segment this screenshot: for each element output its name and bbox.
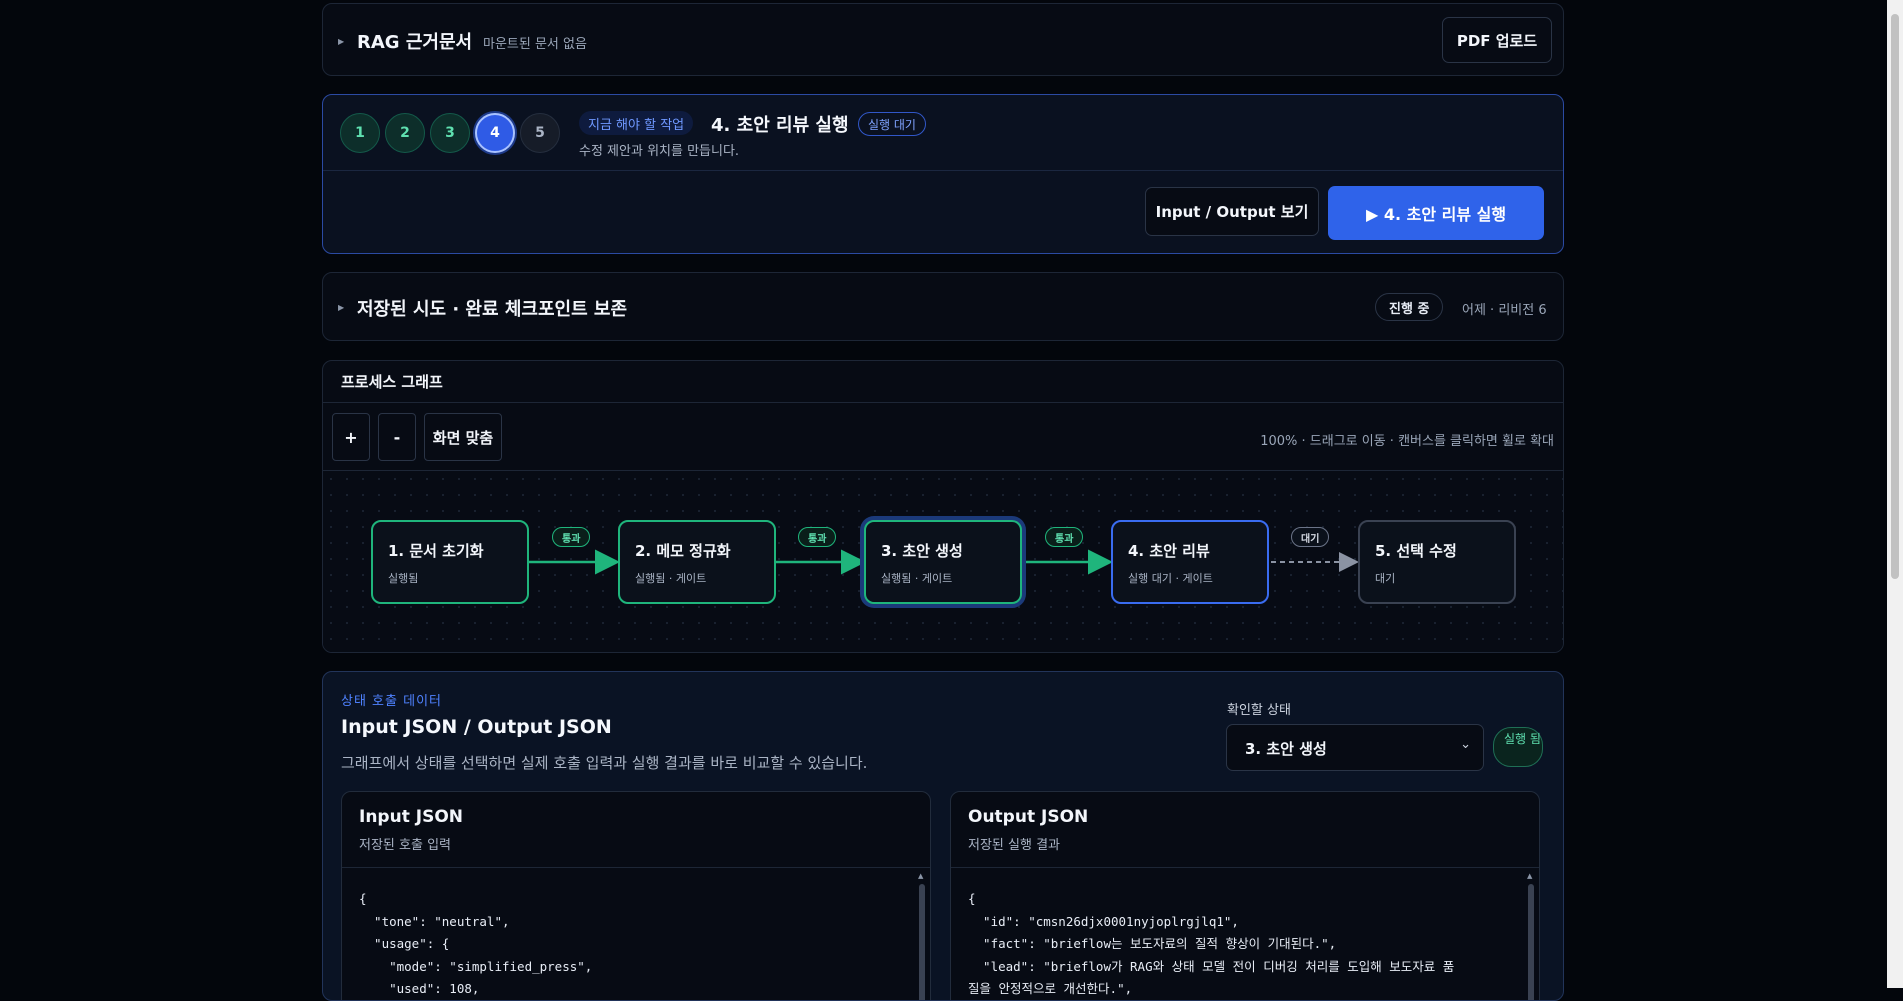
state-select-value: 3. 초안 생성 — [1245, 740, 1327, 758]
scroll-up-icon[interactable]: ▲ — [918, 872, 923, 880]
node-status: 실행됨 · 게이트 — [635, 572, 707, 585]
now-task-chip: 지금 해야 할 작업 — [579, 111, 694, 135]
output-json-subtitle: 저장된 실행 결과 — [968, 838, 1060, 853]
input-json-subtitle: 저장된 호출 입력 — [359, 838, 451, 853]
zoom-out-button[interactable]: - — [378, 413, 416, 461]
state-status-badge: 실행 됨 — [1493, 727, 1543, 767]
rag-panel[interactable]: ▶ RAG 근거문서 마운트된 문서 없음 PDF 업로드 — [322, 3, 1564, 76]
output-json-scrollbar[interactable]: ▲ — [1527, 872, 1535, 1000]
graph-node-5[interactable]: 5. 선택 수정 대기 — [1358, 520, 1516, 604]
saved-title: 저장된 시도 · 완료 체크포인트 보존 — [357, 299, 628, 320]
saved-meta: 어제 · 리비전 6 — [1462, 303, 1547, 318]
node-title: 1. 문서 초기화 — [388, 542, 484, 560]
node-title: 5. 선택 수정 — [1375, 542, 1457, 560]
page-scroll-thumb[interactable] — [1891, 14, 1899, 579]
fit-to-screen-button[interactable]: 화면 맞춤 — [424, 413, 502, 461]
edge-label-pass: 통과 — [798, 527, 837, 547]
input-json-scrollbar[interactable]: ▲ — [918, 872, 926, 1000]
pdf-upload-button[interactable]: PDF 업로드 — [1442, 17, 1552, 63]
step-header: 1 2 3 4 5 지금 해야 할 작업 4. 초안 리뷰 실행 실행 대기 수… — [323, 95, 1563, 171]
rag-subtitle: 마운트된 문서 없음 — [483, 37, 587, 52]
state-select-label: 확인할 상태 — [1227, 703, 1291, 718]
graph-node-4[interactable]: 4. 초안 리뷰 실행 대기 · 게이트 — [1111, 520, 1269, 604]
edge-label-pass: 통과 — [552, 527, 591, 547]
output-json-title: Output JSON — [968, 807, 1089, 827]
node-status: 대기 — [1375, 572, 1396, 585]
state-eyebrow: 상태 호출 데이터 — [341, 694, 442, 709]
graph-node-3[interactable]: 3. 초안 생성 실행됨 · 게이트 — [864, 520, 1022, 604]
graph-hint: 100% · 드래그로 이동 · 캔버스를 클릭하면 휠로 확대 — [1260, 434, 1554, 449]
process-graph-panel: 프로세스 그래프 + - 화면 맞춤 100% · 드래그로 이동 · 캔버스를… — [322, 360, 1564, 653]
graph-canvas[interactable]: 통과 통과 통과 대기 1. 문서 초기화 실행됨 2. 메모 정규화 실행됨 … — [323, 471, 1563, 652]
scroll-thumb[interactable] — [919, 884, 925, 1000]
step-subtitle: 수정 제안과 위치를 만듭니다. — [579, 144, 740, 159]
output-json-card: Output JSON 저장된 실행 결과 { "id": "cmsn26djx… — [950, 791, 1540, 1000]
edge-label-wait: 대기 — [1291, 527, 1330, 547]
step-title: 4. 초안 리뷰 실행 — [711, 115, 849, 136]
expand-caret-icon[interactable]: ▶ — [338, 37, 344, 46]
saved-attempts-panel[interactable]: ▶ 저장된 시도 · 완료 체크포인트 보존 진행 중 어제 · 리비전 6 — [322, 272, 1564, 341]
state-description: 그래프에서 상태를 선택하면 실제 호출 입력과 실행 결과를 바로 비교할 수… — [341, 754, 868, 772]
state-title: Input JSON / Output JSON — [341, 716, 612, 738]
view-input-output-button[interactable]: Input / Output 보기 — [1145, 187, 1319, 236]
graph-title: 프로세스 그래프 — [341, 373, 443, 391]
rag-title: RAG 근거문서 — [357, 32, 473, 53]
input-json-code[interactable]: { "tone": "neutral", "usage": { "mode": … — [359, 888, 592, 1000]
current-step-panel: 1 2 3 4 5 지금 해야 할 작업 4. 초안 리뷰 실행 실행 대기 수… — [322, 94, 1564, 254]
step-circle-2[interactable]: 2 — [385, 113, 425, 153]
graph-header: 프로세스 그래프 — [323, 361, 1563, 403]
graph-toolbar: + - 화면 맞춤 100% · 드래그로 이동 · 캔버스를 클릭하면 휠로 … — [323, 403, 1563, 471]
input-json-title: Input JSON — [359, 807, 463, 827]
node-status: 실행 대기 · 게이트 — [1128, 572, 1213, 585]
node-title: 2. 메모 정규화 — [635, 542, 731, 560]
expand-caret-icon[interactable]: ▶ — [338, 303, 344, 312]
page-scrollbar[interactable] — [1887, 0, 1903, 988]
scroll-thumb[interactable] — [1528, 884, 1534, 1000]
step-circle-1[interactable]: 1 — [340, 113, 380, 153]
node-status: 실행됨 · 게이트 — [881, 572, 953, 585]
step-circle-5[interactable]: 5 — [520, 113, 560, 153]
state-select[interactable]: 3. 초안 생성 ⌄ — [1226, 724, 1484, 771]
input-json-header: Input JSON 저장된 호출 입력 — [342, 792, 930, 868]
chevron-down-icon: ⌄ — [1460, 737, 1471, 752]
zoom-in-button[interactable]: + — [332, 413, 370, 461]
graph-node-1[interactable]: 1. 문서 초기화 실행됨 — [371, 520, 529, 604]
progress-status-pill: 진행 중 — [1375, 293, 1444, 321]
input-json-card: Input JSON 저장된 호출 입력 { "tone": "neutral"… — [341, 791, 931, 1000]
output-json-code[interactable]: { "id": "cmsn26djx0001nyjoplrgjlq1", "fa… — [968, 888, 1454, 1000]
edge-label-pass: 통과 — [1045, 527, 1084, 547]
graph-node-2[interactable]: 2. 메모 정규화 실행됨 · 게이트 — [618, 520, 776, 604]
node-title: 3. 초안 생성 — [881, 542, 963, 560]
state-call-data-panel: 상태 호출 데이터 Input JSON / Output JSON 그래프에서… — [322, 671, 1564, 1001]
step-circle-4[interactable]: 4 — [475, 113, 515, 153]
node-status: 실행됨 — [388, 572, 419, 585]
output-json-header: Output JSON 저장된 실행 결과 — [951, 792, 1539, 868]
step-status-chip: 실행 대기 — [858, 112, 926, 136]
node-title: 4. 초안 리뷰 — [1128, 542, 1210, 560]
scroll-up-icon[interactable]: ▲ — [1527, 872, 1532, 880]
run-review-button[interactable]: ▶ 4. 초안 리뷰 실행 — [1328, 186, 1544, 240]
step-circle-3[interactable]: 3 — [430, 113, 470, 153]
